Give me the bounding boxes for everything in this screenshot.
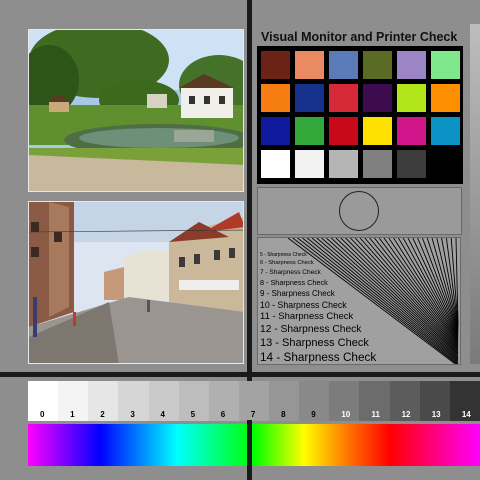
street-image <box>29 202 243 363</box>
color-swatch-panel <box>257 46 463 184</box>
gray-step-label: 2 <box>100 410 105 419</box>
sharpness-check-panel: 5 - Sharpness Check 6 - Sharpness Check 7 … <box>257 237 461 365</box>
color-swatch <box>363 84 392 112</box>
sharpness-label: 9 - Sharpness Check <box>260 288 335 298</box>
gray-step: 14 <box>449 381 480 421</box>
gray-step-label: 0 <box>40 410 45 419</box>
color-spectrum-bar <box>28 424 480 466</box>
color-swatch <box>329 150 358 178</box>
color-swatch <box>261 51 290 79</box>
color-swatch <box>431 84 460 112</box>
sharpness-label: 7 - Sharpness Check <box>260 268 321 276</box>
sharpness-label: 14 - Sharpness Check <box>260 351 377 364</box>
gray-step: 2 <box>88 381 120 421</box>
gray-step: 5 <box>178 381 210 421</box>
gray-step: 12 <box>389 381 421 421</box>
gray-step: 8 <box>269 381 301 421</box>
gray-step: 3 <box>118 381 150 421</box>
color-swatch <box>431 150 460 178</box>
gray-step-label: 10 <box>341 410 351 419</box>
color-swatch <box>363 117 392 145</box>
color-swatch <box>295 51 324 79</box>
gray-step: 11 <box>359 381 391 421</box>
gray-step: 13 <box>419 381 451 421</box>
gray-step-label: 12 <box>401 410 411 419</box>
color-swatch <box>329 84 358 112</box>
gradient-strip <box>470 24 480 364</box>
circle-check-box <box>257 187 462 235</box>
gray-step-label: 3 <box>130 410 135 419</box>
color-swatch <box>261 84 290 112</box>
gray-step-label: 1 <box>70 410 75 419</box>
color-swatch <box>397 117 426 145</box>
page-title: Visual Monitor and Printer Check <box>261 30 458 44</box>
horizontal-divider <box>0 372 480 377</box>
sharpness-label: 12 - Sharpness Check <box>260 323 362 335</box>
gray-step: 1 <box>58 381 90 421</box>
gray-step-label: 8 <box>281 410 286 419</box>
street-scene-photo <box>28 201 244 364</box>
sharpness-label: 6 - Sharpness Check <box>260 260 314 266</box>
gray-step: 4 <box>148 381 180 421</box>
gray-step-label: 6 <box>220 410 226 419</box>
gray-step-label: 11 <box>371 410 380 419</box>
color-swatch <box>397 84 426 112</box>
gray-step-label: 4 <box>160 410 165 419</box>
color-swatch <box>363 51 392 79</box>
sharpness-label: 8 - Sharpness Check <box>260 278 328 288</box>
gray-step-label: 14 <box>461 410 471 419</box>
gray-step-label: 5 <box>190 410 196 419</box>
village-pond-photo <box>28 29 244 192</box>
gray-step: 10 <box>329 381 361 421</box>
gray-step: 7 <box>238 381 271 421</box>
color-swatch <box>397 51 426 79</box>
sharpness-label: 5 - Sharpness Check <box>260 252 307 258</box>
gray-step: 6 <box>208 381 240 421</box>
color-swatch <box>363 150 392 178</box>
gray-step-label: 7 <box>250 410 256 419</box>
color-swatch <box>431 117 460 145</box>
sharpness-label: 10 - Sharpness Check <box>260 299 347 310</box>
color-swatch <box>397 150 426 178</box>
landscape-image <box>29 30 243 191</box>
color-swatch <box>295 117 324 145</box>
grayscale-step-row: 0 1 2 3 4 5 6 7 8 9 10 11 12 13 14 <box>28 381 480 421</box>
color-swatch <box>431 51 460 79</box>
circle-shape <box>339 191 379 231</box>
gray-step: 0 <box>28 381 60 421</box>
color-swatch <box>261 150 290 178</box>
color-swatch <box>329 117 358 145</box>
wedge-line <box>354 238 459 350</box>
gray-step: 9 <box>299 381 331 421</box>
color-swatch <box>295 84 324 112</box>
spectrum-divider <box>247 420 252 470</box>
color-swatch <box>329 51 358 79</box>
sharpness-label: 13 - Sharpness Check <box>260 337 369 349</box>
color-swatch <box>295 150 324 178</box>
color-swatch <box>261 117 290 145</box>
gray-step-label: 9 <box>311 410 316 419</box>
gray-step-label: 13 <box>431 410 441 419</box>
test-chart: Visual Monitor and Printer Check 5 - Sha… <box>0 0 480 480</box>
sharpness-label: 11 - Sharpness Check <box>260 311 354 323</box>
